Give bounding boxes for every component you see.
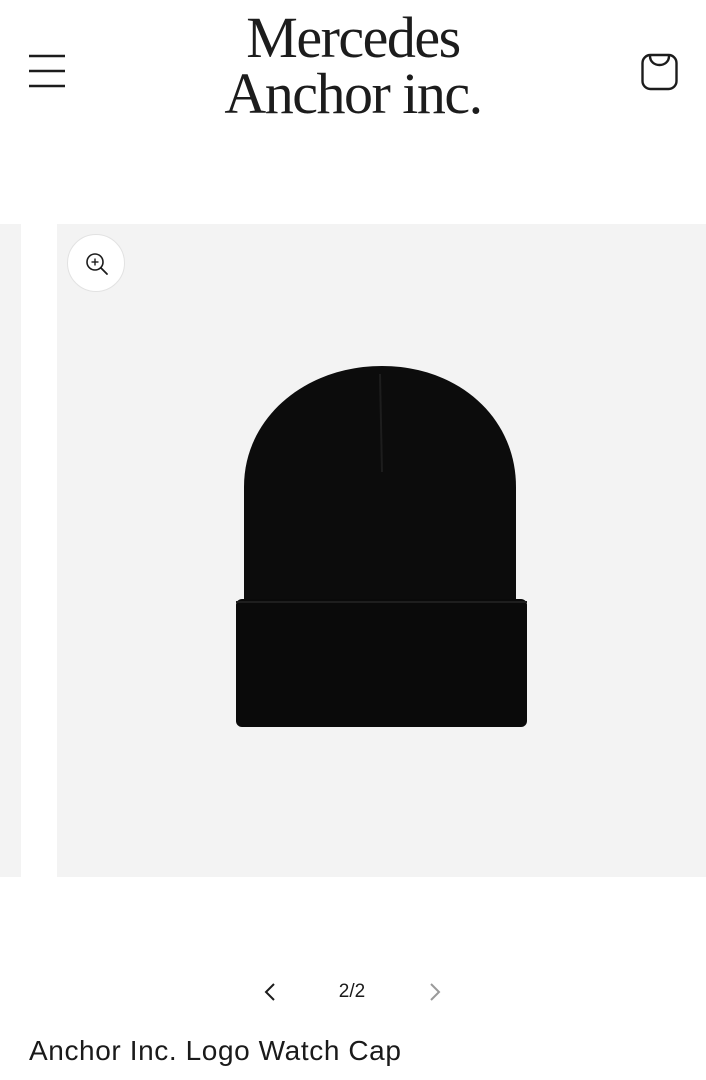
cart-button[interactable]: [634, 46, 686, 98]
shopping-bag-icon: [641, 53, 678, 91]
brand-name-line2: Anchor inc.: [224, 61, 483, 126]
chevron-left-icon: [264, 983, 275, 1001]
site-header: Mercedes Anchor inc.: [0, 0, 706, 150]
black-beanie-image: [236, 366, 527, 727]
brand-name-line1: Mercedes: [246, 5, 461, 70]
next-slide-button[interactable]: [421, 978, 449, 1006]
slider-controls: 2/2: [0, 970, 706, 1014]
product-gallery: [0, 224, 706, 877]
zoom-button[interactable]: [67, 234, 125, 292]
zoom-in-icon: [86, 253, 108, 275]
previous-slide-peek[interactable]: [0, 224, 21, 877]
product-title: Anchor Inc. Logo Watch Cap: [29, 1035, 402, 1066]
product-slide: [57, 224, 706, 877]
previous-slide-button[interactable]: [256, 978, 284, 1006]
chevron-right-icon: [430, 983, 441, 1001]
slide-counter: 2/2: [338, 981, 366, 1002]
brand-logo[interactable]: Mercedes Anchor inc.: [0, 5, 706, 126]
